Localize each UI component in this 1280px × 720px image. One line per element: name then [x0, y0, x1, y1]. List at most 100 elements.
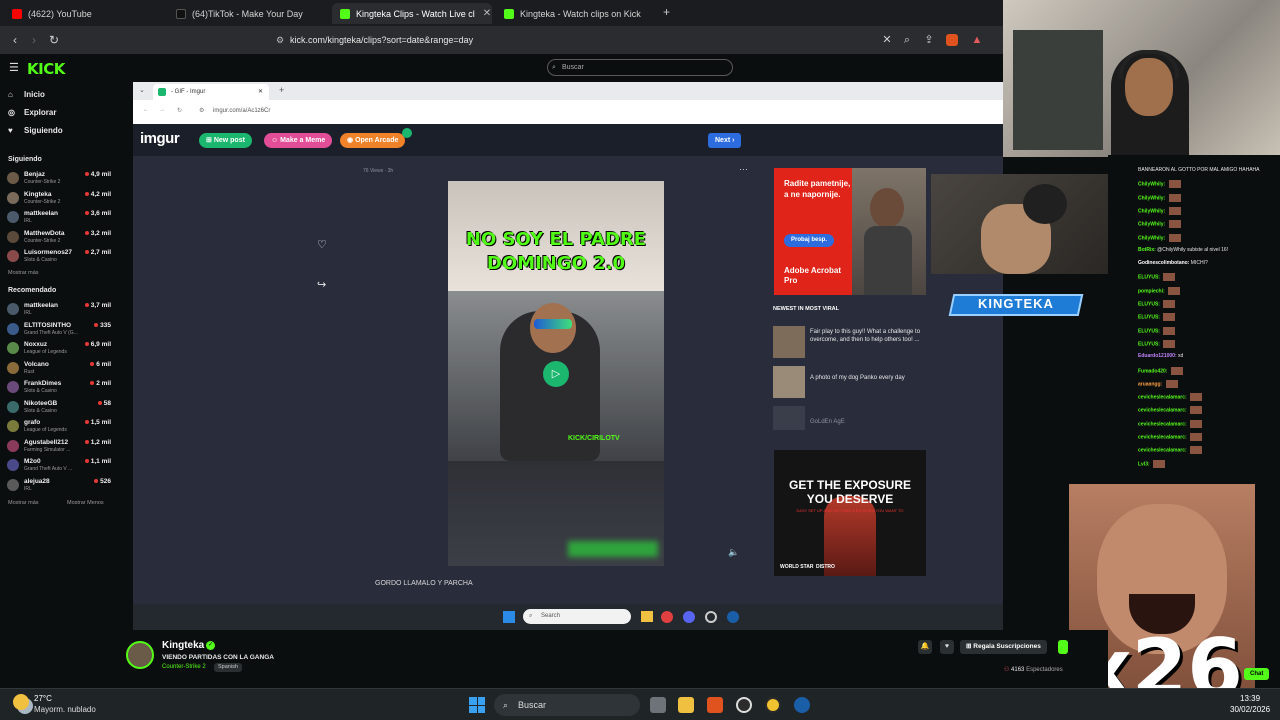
sidebar-channel[interactable]: FrankDimes Slots & Casino 2 mil: [7, 379, 111, 397]
counter-strike-icon[interactable]: [765, 697, 781, 713]
chat-username[interactable]: ChilyWhily:: [1138, 182, 1165, 188]
brave-shield-icon[interactable]: [946, 34, 958, 46]
chat-username[interactable]: Fumado420:: [1138, 368, 1167, 374]
sidebar-channel[interactable]: Volcano Rust 6 mil: [7, 360, 111, 378]
browser-tab-kingteka[interactable]: Kingteka - Watch clips on Kick: [496, 3, 656, 24]
kick-logo[interactable]: KICK: [27, 60, 65, 78]
sidebar-channel[interactable]: Agustabell212 Farming Simulator ... 1,2 mi…: [7, 438, 111, 456]
taskbar-search-input[interactable]: ⌕ Buscar: [494, 694, 640, 716]
chat-username[interactable]: ELUYUS:: [1138, 328, 1160, 334]
video-sunglasses: [534, 319, 572, 329]
steam-icon[interactable]: [794, 697, 810, 713]
subscribe-button[interactable]: [1058, 640, 1068, 654]
sidebar-channel[interactable]: Kingteka Counter-Strike 2 4,2 mil: [7, 190, 111, 208]
sidebar-item-siguiendo[interactable]: ♥ Siguiendo: [8, 126, 63, 135]
sidebar-channel[interactable]: M2o0 Grand Theft Auto V ... 1,1 mil: [7, 457, 111, 475]
rewards-icon[interactable]: ▲: [970, 33, 984, 47]
sidebar-channel[interactable]: Benjaz Counter-Strike 2 4,9 mil: [7, 170, 111, 188]
chat-username[interactable]: Godinescolimbotano:: [1138, 260, 1189, 266]
browser-tab-tiktok[interactable]: (64)TikTok - Make Your Day: [168, 3, 330, 24]
search-input[interactable]: ⌕ Buscar: [547, 59, 733, 76]
clock-time[interactable]: 13:39: [1240, 694, 1260, 703]
chat-username[interactable]: cevicheslecalamarc:: [1138, 408, 1187, 414]
weather-temp[interactable]: 27°C: [34, 694, 52, 703]
show-more-recommended[interactable]: Mostrar más: [8, 500, 39, 506]
sidebar-item-explorar[interactable]: ◎ Explorar: [8, 108, 56, 117]
new-tab-button[interactable]: +: [663, 5, 670, 19]
browser-tab-youtube[interactable]: (4622) YouTube: [4, 3, 164, 24]
language-tag[interactable]: Spanish: [214, 663, 242, 672]
emote-icon: [1168, 220, 1181, 229]
sidebar-channel[interactable]: ELTITOSINTHO Grand Theft Auto V (G... 335: [7, 321, 111, 339]
chat-username[interactable]: ELUYUS:: [1138, 275, 1160, 281]
chat-username[interactable]: ChilyWhily:: [1138, 208, 1165, 214]
menu-icon[interactable]: ☰: [9, 61, 19, 74]
chat-message: ELUYUS:: [1138, 273, 1176, 282]
chat-username[interactable]: aruaangg:: [1138, 381, 1162, 387]
channel-game: Farming Simulator ...: [24, 446, 71, 453]
chat-username[interactable]: Eduardo121000:: [1138, 353, 1177, 359]
chat-username[interactable]: Lvl3:: [1138, 461, 1150, 467]
viewer-count: 3,6 mil: [84, 210, 111, 217]
clock-date[interactable]: 30/02/2026: [1230, 705, 1270, 714]
chat-username[interactable]: ELUYUS:: [1138, 301, 1160, 307]
task-view-icon[interactable]: [650, 697, 666, 713]
close-icon[interactable]: ✕: [475, 8, 491, 19]
channel-game: Counter-Strike 2: [24, 179, 61, 185]
sidebar-channel[interactable]: mattkeelan IRL 3,6 mil: [7, 209, 111, 227]
show-more-following[interactable]: Mostrar más: [8, 270, 39, 276]
channel-name[interactable]: Kingteka: [162, 640, 204, 651]
sidebar-channel[interactable]: mattkeelan IRL 3,7 mil: [7, 301, 111, 319]
chat-username[interactable]: ChilyWhily:: [1138, 235, 1165, 241]
chat-username[interactable]: cevicheslecalamarc:: [1138, 434, 1187, 440]
site-info-icon[interactable]: ⚙: [276, 30, 284, 50]
adobe-ad: Radite pametnije, a ne napornije. Probaj…: [774, 168, 926, 295]
sidebar-channel[interactable]: alejua28 IRL 526: [7, 477, 111, 495]
weather-icon[interactable]: [13, 694, 29, 710]
chat-username[interactable]: BotRix:: [1138, 247, 1156, 253]
browser-tab-kingteka-clips[interactable]: Kingteka Clips - Watch Live cl ✕: [332, 3, 492, 24]
ad2-small: EASY SET UP AND GET PAID $ $ $ WHEN YOU …: [796, 508, 904, 513]
viral-thumb-1: [773, 326, 805, 358]
back-icon[interactable]: ‹: [7, 32, 23, 48]
forward-icon[interactable]: ›: [26, 32, 42, 48]
tab-label: (64)TikTok - Make Your Day: [192, 8, 303, 19]
chat-username[interactable]: ELUYUS:: [1138, 315, 1160, 321]
windows-start-icon[interactable]: [469, 697, 485, 713]
emote-icon: [1165, 379, 1178, 388]
chat-username[interactable]: ChilyWhily:: [1138, 195, 1165, 201]
chat-username[interactable]: pompiechi:: [1138, 288, 1165, 294]
avatar[interactable]: [126, 641, 154, 669]
chat-username[interactable]: cevicheslecalamarc:: [1138, 421, 1187, 427]
sidebar-item-inicio[interactable]: ⌂ Inicio: [8, 90, 45, 99]
live-dot-icon: [94, 478, 99, 483]
heart-icon[interactable]: ♥: [940, 640, 954, 654]
chat-username[interactable]: ChilyWhily:: [1138, 222, 1165, 228]
sidebar-channel[interactable]: Noxxuz League of Legends 6,9 mil: [7, 340, 111, 358]
show-less-recommended[interactable]: Mostrar Menos: [67, 500, 104, 506]
share-icon[interactable]: ⇪: [922, 33, 936, 47]
sidebar-channel[interactable]: Luisormenos27 Slots & Casino 2,7 mil: [7, 248, 111, 266]
emote-icon: [1168, 206, 1181, 215]
file-explorer-icon[interactable]: [678, 697, 694, 713]
forward-icon: →: [159, 107, 165, 113]
reload-icon[interactable]: ↻: [46, 32, 62, 48]
chat-username[interactable]: cevicheslecalamarc:: [1138, 394, 1187, 400]
mute-icon[interactable]: ✕: [880, 33, 894, 47]
channel-game: Counter-Strike 2: [24, 237, 61, 244]
sidebar-channel[interactable]: grafo League of Legends 1,5 mil: [7, 418, 111, 436]
weather-desc[interactable]: Mayorm. nublado: [34, 705, 96, 714]
bell-icon[interactable]: 🔔: [918, 640, 932, 654]
stream-category[interactable]: Counter-Strike 2: [162, 664, 206, 670]
brave-icon[interactable]: [707, 697, 723, 713]
sidebar-channel[interactable]: NikoteeGB Slots & Casino 58: [7, 399, 111, 417]
zoom-icon[interactable]: ⌕: [900, 33, 914, 47]
chat-username[interactable]: cevicheslecalamarc:: [1138, 448, 1187, 454]
sidebar-channel[interactable]: MatthewDota Counter-Strike 2 3,2 mil: [7, 229, 111, 247]
gift-subs-button[interactable]: ⊞ Regala Suscripciones: [960, 640, 1047, 654]
stream-player[interactable]: ⌄ - GIF - Imgur ✕ + ← → ↻ ⚙ imgur.com/a/…: [133, 82, 1003, 630]
emote-icon: [1163, 326, 1176, 335]
chat-send-button[interactable]: Chat: [1244, 668, 1270, 680]
chat-username[interactable]: ELUYUS:: [1138, 341, 1160, 347]
obs-icon[interactable]: [736, 697, 752, 713]
